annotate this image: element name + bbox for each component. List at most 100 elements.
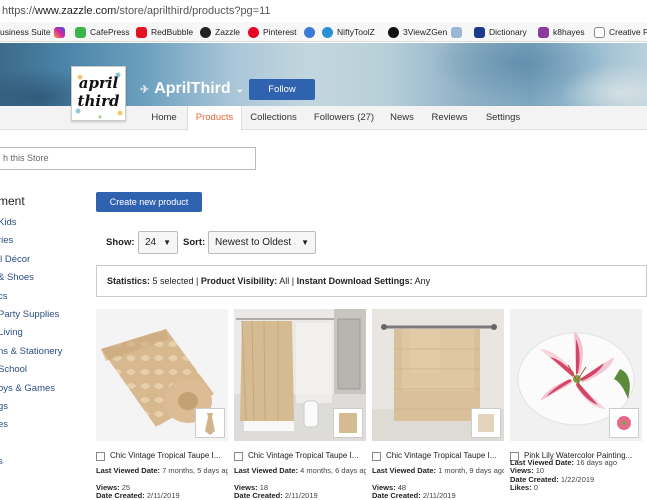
curtain-icon: [339, 413, 357, 433]
show-value: 24: [145, 237, 157, 248]
bookmark-3viewzgen[interactable]: 3ViewZGen: [388, 22, 448, 41]
bookmark-label: Creative Fab: [609, 27, 647, 37]
bird-icon: ✈: [140, 83, 150, 96]
meta-value: 2/11/2019: [146, 491, 180, 500]
tab-settings[interactable]: Settings: [478, 106, 528, 130]
download-label: Instant Download Settings:: [296, 276, 413, 286]
bookmark-creative-fab[interactable]: Creative Fab: [594, 22, 647, 41]
bookmark-label: NiftyToolZ: [337, 27, 375, 37]
department-item[interactable]: ries: [0, 235, 13, 246]
department-item[interactable]: ns & Stationery: [0, 346, 62, 357]
department-item[interactable]: gs: [0, 401, 8, 412]
product-preview-thumb[interactable]: [195, 408, 225, 438]
department-item[interactable]: s: [0, 456, 3, 467]
product-last-viewed: Last Viewed Date: 1 month, 9 days ago: [372, 466, 504, 475]
product-preview-thumb[interactable]: [333, 408, 363, 438]
bookmark-pinterest[interactable]: Pinterest: [248, 22, 297, 41]
visibility-value[interactable]: All |: [279, 276, 294, 286]
store-name-text: AprilThird: [154, 80, 231, 97]
statistics-bar: Statistics: 5 selected | Product Visibil…: [96, 265, 647, 297]
url-host: www.zazzle.com: [35, 5, 117, 17]
meta-label: Last Viewed Date:: [234, 466, 299, 475]
store-search-input[interactable]: h this Store: [0, 147, 256, 170]
product-title[interactable]: Chic Vintage Tropical Taupe I...: [110, 451, 228, 460]
statistics-label: Statistics:: [107, 276, 151, 286]
tab-followers[interactable]: Followers (27): [305, 106, 383, 130]
statistics-value[interactable]: 5 selected |: [153, 276, 199, 286]
product-select-checkbox[interactable]: [372, 452, 381, 461]
department-item[interactable]: ll Décor: [0, 254, 30, 265]
address-bar[interactable]: https://www.zazzle.com/store/aprilthird/…: [0, 0, 647, 22]
product-thumbnail[interactable]: [96, 309, 228, 441]
tab-products[interactable]: Products: [187, 106, 242, 131]
bookmark-label: RedBubble: [151, 27, 194, 37]
meta-value: 4 months, 6 days ago: [300, 466, 366, 475]
meta-value: 2/11/2019: [422, 491, 456, 500]
department-item[interactable]: Kids: [0, 217, 16, 228]
bookmark-label: usiness Suite: [0, 27, 51, 37]
product-last-viewed: Last Viewed Date: 4 months, 6 days ago: [234, 466, 366, 475]
bookmark-zazzle[interactable]: Zazzle: [200, 22, 240, 41]
bookmark-folder[interactable]: [451, 22, 466, 41]
create-new-product-button[interactable]: Create new product: [96, 192, 202, 212]
meta-value: 10: [535, 466, 545, 475]
department-item[interactable]: School: [0, 364, 27, 375]
bookmark-niftytoolz[interactable]: NiftyToolZ: [322, 22, 375, 41]
sort-value: Newest to Oldest: [215, 237, 292, 248]
instagram-icon: [54, 26, 65, 38]
tab-reviews[interactable]: Reviews: [421, 106, 478, 130]
department-item[interactable]: Living: [0, 327, 23, 338]
bookmark-instagram[interactable]: [54, 22, 69, 41]
meta-value: 2/11/2019: [284, 491, 318, 500]
meta-label: Views:: [510, 466, 534, 475]
tab-news[interactable]: News: [383, 106, 421, 130]
redbubble-icon: [136, 26, 147, 38]
bookmark-cafepress[interactable]: CafePress: [75, 22, 130, 41]
department-item[interactable]: Party Supplies: [0, 309, 59, 320]
product-thumbnail[interactable]: [234, 309, 366, 441]
department-item[interactable]: es: [0, 419, 8, 430]
bookmarks-bar: usiness Suite CafePress RedBubble Zazzle…: [0, 22, 647, 42]
bookmark-label: 3ViewZGen: [403, 27, 448, 37]
bookmark-dictionary[interactable]: Dictionary: [474, 22, 527, 41]
chevron-down-icon: ⌄: [235, 83, 245, 95]
store-name[interactable]: ✈ AprilThird ⌄: [140, 80, 244, 98]
sort-select[interactable]: Newest to Oldest ▼: [208, 231, 316, 254]
product-likes: Likes: 0: [510, 483, 642, 492]
department-title: ment: [0, 194, 25, 208]
product-date-created: Date Created: 2/11/2019: [96, 491, 228, 500]
url-path: /store/aprilthird/products?pg=11: [116, 5, 271, 17]
product-date-created: Date Created: 2/11/2019: [372, 491, 504, 500]
product-preview-thumb[interactable]: [609, 408, 639, 438]
bookmark-k8hayes[interactable]: k8hayes: [538, 22, 585, 41]
department-item[interactable]: & Shoes: [0, 272, 34, 283]
department-item[interactable]: cs: [0, 291, 8, 302]
product-preview-thumb[interactable]: [471, 408, 501, 438]
cafepress-icon: [75, 26, 86, 38]
product-title[interactable]: Chic Vintage Tropical Taupe I...: [248, 451, 366, 460]
towel-icon: [478, 414, 494, 432]
bookmark-label: CafePress: [90, 27, 130, 37]
tab-home[interactable]: Home: [140, 106, 188, 130]
product-title[interactable]: Chic Vintage Tropical Taupe I...: [386, 451, 504, 460]
product-select-checkbox[interactable]: [234, 452, 243, 461]
show-label: Show:: [106, 237, 135, 248]
bookmark-label: Pinterest: [263, 27, 297, 37]
bookmark-globe[interactable]: [304, 22, 319, 41]
follow-button[interactable]: Follow: [249, 79, 315, 100]
globe-icon: [304, 26, 315, 38]
bookmark-redbubble[interactable]: RedBubble: [136, 22, 194, 41]
logo-text-line1: april: [78, 74, 119, 92]
product-thumbnail[interactable]: [372, 309, 504, 441]
product-select-checkbox[interactable]: [96, 452, 105, 461]
show-select[interactable]: 24 ▼: [138, 231, 178, 254]
tab-collections[interactable]: Collections: [242, 106, 305, 130]
product-thumbnail[interactable]: [510, 309, 642, 441]
store-logo[interactable]: april third: [71, 66, 126, 121]
download-value[interactable]: Any: [415, 276, 431, 286]
bookmark-business-suite[interactable]: usiness Suite: [0, 22, 51, 41]
product-last-viewed: Last Viewed Date: 7 months, 5 days ago: [96, 466, 228, 475]
product-date-created: Date Created: 2/11/2019: [234, 491, 366, 500]
department-item[interactable]: oys & Games: [0, 383, 55, 394]
url-prefix: https://: [2, 5, 36, 17]
